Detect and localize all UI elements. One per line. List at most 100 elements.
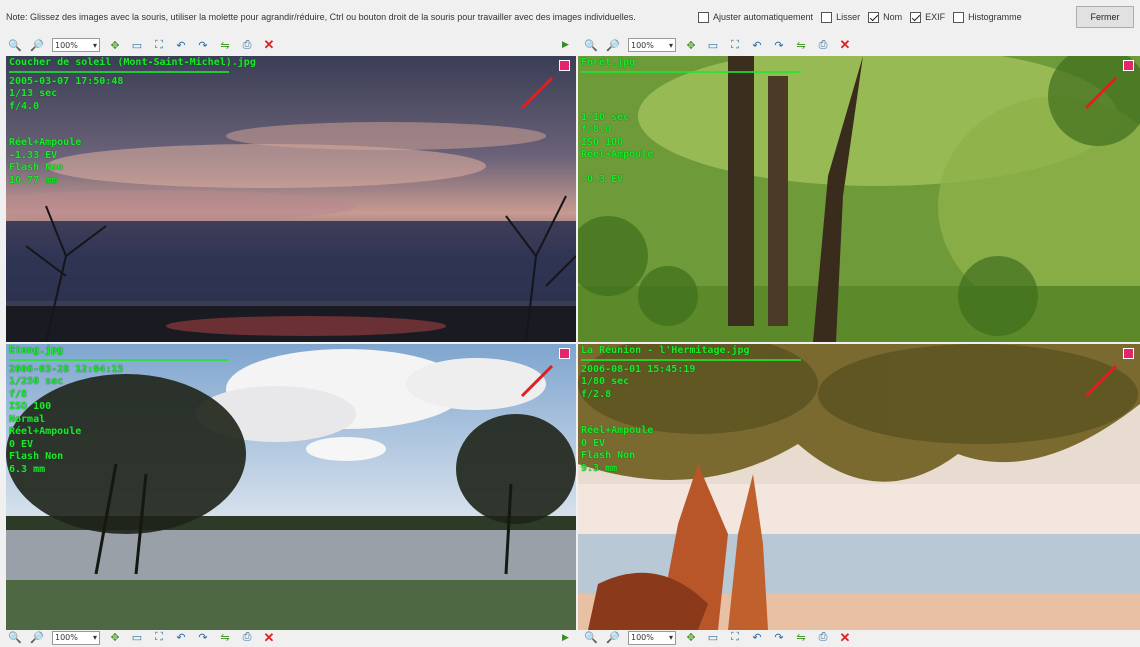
zoom-select[interactable]: 100% ▾ [628, 630, 676, 645]
zoom-select[interactable]: 100% ▾ [52, 38, 100, 52]
exif-line: 1/80 sec [581, 376, 630, 387]
zoom-in-icon[interactable]: 🔍 [580, 629, 602, 647]
zoom-in-icon[interactable]: 🔍 [4, 36, 26, 54]
zoom-in-icon[interactable]: 🔍 [580, 36, 602, 54]
histogram-label: Histogramme [968, 12, 1022, 22]
exif-line: 0 EV [9, 438, 34, 450]
actual-size-icon[interactable]: ▭ [126, 36, 148, 54]
toolbar-bottom-left: 🔍 🔎 100% ▾ ✥ ▭ ⛶ ↶ ↷ ⇋ ⎙ ✕ [4, 630, 280, 645]
fit-icon[interactable]: ✥ [104, 36, 126, 54]
print-icon[interactable]: ⎙ [812, 629, 834, 647]
rotate-right-icon[interactable]: ↷ [192, 629, 214, 647]
zoom-out-icon[interactable]: 🔎 [602, 36, 624, 54]
zoom-out-icon[interactable]: 🔎 [602, 629, 624, 647]
name-option[interactable]: Nom [868, 11, 903, 23]
fit-icon[interactable]: ✥ [680, 629, 702, 647]
close-image-icon[interactable]: ✕ [834, 629, 856, 647]
flip-icon[interactable]: ⇋ [790, 629, 812, 647]
exif-line: Flash Non [9, 162, 64, 173]
name-checkbox[interactable] [868, 11, 880, 23]
toolbar-top-right: 🔍 🔎 100% ▾ ✥ ▭ ⛶ ↶ ↷ ⇋ ⎙ ✕ [580, 35, 856, 55]
histogram-option[interactable]: Histogramme [953, 11, 1022, 23]
exif-line: Réel+Ampoule [9, 426, 82, 437]
zoom-value: 100% [55, 40, 78, 50]
toolbar-bottom-right: 🔍 🔎 100% ▾ ✥ ▭ ⛶ ↶ ↷ ⇋ ⎙ ✕ [580, 630, 856, 645]
close-image-icon[interactable]: ✕ [258, 629, 280, 647]
exif-line: 2006-03-28 12:04:15 [9, 363, 124, 375]
smooth-checkbox[interactable] [821, 11, 833, 23]
close-image-icon[interactable]: ✕ [834, 36, 856, 54]
flip-icon[interactable]: ⇋ [214, 36, 236, 54]
arrow-icon [520, 364, 554, 398]
zoom-value: 100% [631, 633, 654, 642]
flip-icon[interactable]: ⇋ [214, 629, 236, 647]
exif-line: ISO 100 [9, 401, 52, 412]
file-name: Forêt.jpg [581, 57, 636, 68]
fullscreen-icon[interactable]: ⛶ [148, 629, 170, 647]
exif-line: Flash Non [9, 451, 64, 462]
play-icon[interactable]: ▶ [562, 39, 569, 50]
exif-line: f/4.0 [9, 100, 40, 112]
zoom-select[interactable]: 100% ▾ [52, 630, 100, 645]
print-icon[interactable]: ⎙ [236, 36, 258, 54]
exif-checkbox[interactable] [910, 11, 922, 23]
close-button[interactable]: Fermer [1076, 6, 1134, 28]
histogram-checkbox[interactable] [953, 11, 965, 23]
exif-line: ISO 100 [581, 136, 624, 148]
chevron-down-icon: ▾ [668, 633, 673, 642]
rotate-left-icon[interactable]: ↶ [746, 629, 768, 647]
zoom-out-icon[interactable]: 🔎 [26, 36, 48, 54]
image-panel-beach[interactable]: La Réunion - l'Hermitage.jpg 2006-08-01 … [578, 344, 1140, 630]
play-icon[interactable]: ▶ [562, 632, 569, 643]
zoom-in-icon[interactable]: 🔍 [4, 629, 26, 647]
zoom-out-icon[interactable]: 🔎 [26, 629, 48, 647]
exif-line: 6.3 mm [9, 463, 46, 475]
zoom-select[interactable]: 100% ▾ [628, 38, 676, 52]
fullscreen-icon[interactable]: ⛶ [148, 36, 170, 54]
zoom-value: 100% [631, 40, 654, 50]
actual-size-icon[interactable]: ▭ [702, 629, 724, 647]
flip-icon[interactable]: ⇋ [790, 36, 812, 54]
fullscreen-icon[interactable]: ⛶ [724, 629, 746, 647]
rotate-right-icon[interactable]: ↷ [192, 36, 214, 54]
name-label: Nom [883, 12, 903, 22]
fit-icon[interactable]: ✥ [104, 629, 126, 647]
exif-line: 1/250 sec [9, 376, 64, 387]
print-icon[interactable]: ⎙ [236, 629, 258, 647]
image-panel-forest[interactable]: Forêt.jpg 1/10 sec f/8.0 ISO 100 Réel+Am… [578, 56, 1140, 342]
exif-label: EXIF [925, 12, 946, 22]
image-panel-lake[interactable]: Etang.jpg 2006-03-28 12:04:15 1/250 sec … [6, 344, 576, 630]
rotate-left-icon[interactable]: ↶ [170, 36, 192, 54]
exif-line: f/8.0 [581, 124, 612, 135]
actual-size-icon[interactable]: ▭ [126, 629, 148, 647]
select-marker[interactable] [1123, 348, 1134, 359]
exif-overlay: Coucher de soleil (Mont-Saint-Michel).jp… [9, 57, 256, 187]
exif-line: Flash Non [581, 450, 636, 461]
exif-overlay: Etang.jpg 2006-03-28 12:04:15 1/250 sec … [9, 345, 229, 476]
fullscreen-icon[interactable]: ⛶ [724, 36, 746, 54]
exif-line: 0 EV [581, 437, 606, 449]
rotate-left-icon[interactable]: ↶ [746, 36, 768, 54]
exif-overlay: La Réunion - l'Hermitage.jpg 2006-08-01 … [581, 345, 801, 475]
zoom-value: 100% [55, 633, 78, 642]
close-image-icon[interactable]: ✕ [258, 36, 280, 54]
auto-fit-option[interactable]: Ajuster automatiquement [698, 11, 813, 23]
file-name: La Réunion - l'Hermitage.jpg [581, 345, 750, 356]
select-marker[interactable] [559, 60, 570, 71]
exif-option[interactable]: EXIF [910, 11, 946, 23]
print-icon[interactable]: ⎙ [812, 36, 834, 54]
fit-icon[interactable]: ✥ [680, 36, 702, 54]
select-marker[interactable] [559, 348, 570, 359]
rotate-right-icon[interactable]: ↷ [768, 36, 790, 54]
instructions-note: Note: Glissez des images avec la souris,… [6, 12, 636, 22]
image-panel-sunset[interactable]: Coucher de soleil (Mont-Saint-Michel).jp… [6, 56, 576, 342]
select-marker[interactable] [1123, 60, 1134, 71]
chevron-down-icon: ▾ [92, 40, 97, 50]
rotate-right-icon[interactable]: ↷ [768, 629, 790, 647]
smooth-option[interactable]: Lisser [821, 11, 860, 23]
auto-fit-checkbox[interactable] [698, 11, 709, 23]
exif-line: 2006-08-01 15:45:19 [581, 363, 696, 375]
exif-line: Réel+Ampoule [581, 425, 654, 436]
actual-size-icon[interactable]: ▭ [702, 36, 724, 54]
rotate-left-icon[interactable]: ↶ [170, 629, 192, 647]
